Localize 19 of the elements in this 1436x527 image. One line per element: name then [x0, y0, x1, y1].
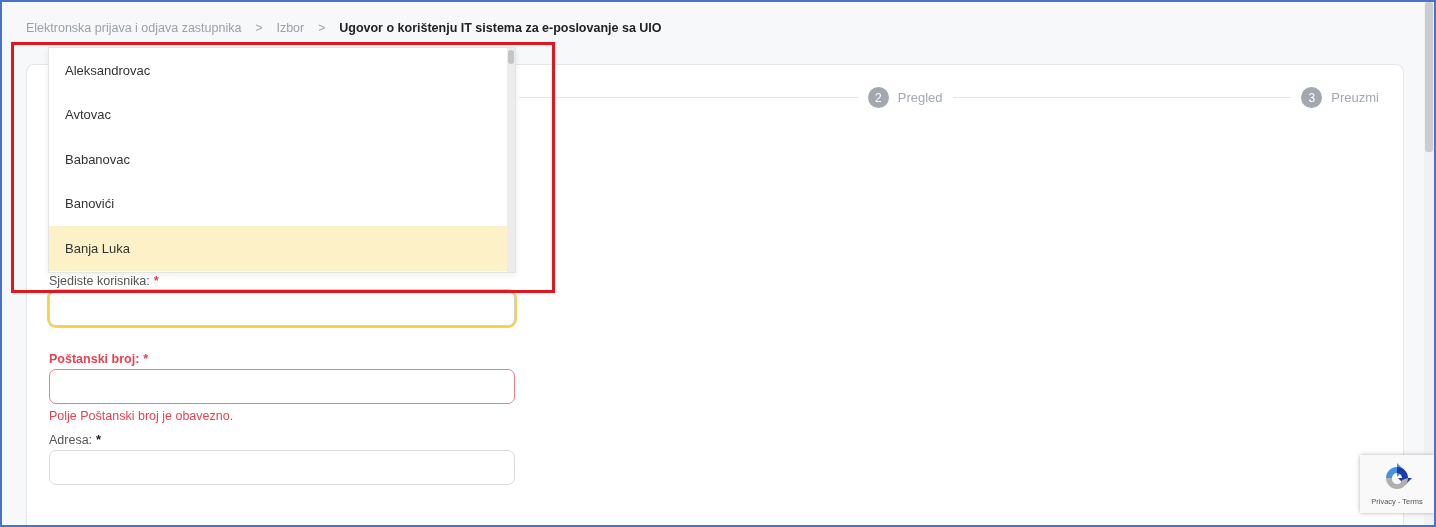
field-label: Sjediste korisnika:: [49, 274, 150, 288]
input-field[interactable]: [49, 369, 515, 404]
step-number: 3: [1301, 87, 1323, 108]
field-label: Adresa:: [49, 433, 93, 447]
required-mark: *: [153, 274, 159, 288]
input-field[interactable]: [49, 291, 515, 326]
dropdown-option[interactable]: Aleksandrovac: [49, 48, 507, 93]
step-label: Preuzmi: [1331, 90, 1379, 105]
field-label: Poštanski broj:: [49, 352, 140, 366]
required-mark: *: [143, 352, 149, 366]
dropdown-scrollbar[interactable]: [507, 48, 515, 272]
breadcrumb-item: Ugovor o korištenju IT sistema za e-poslovanje sa UIO: [339, 21, 662, 35]
required-mark: *: [96, 433, 102, 447]
step-label: Pregled: [897, 90, 943, 105]
breadcrumb-separator: >: [318, 21, 326, 35]
dropdown-option[interactable]: Banja Luka: [49, 226, 507, 271]
error-message: Polje Poštanski broj je obavezno.: [49, 409, 235, 423]
step-number: 2: [867, 87, 889, 108]
breadcrumb-separator: >: [255, 21, 263, 35]
